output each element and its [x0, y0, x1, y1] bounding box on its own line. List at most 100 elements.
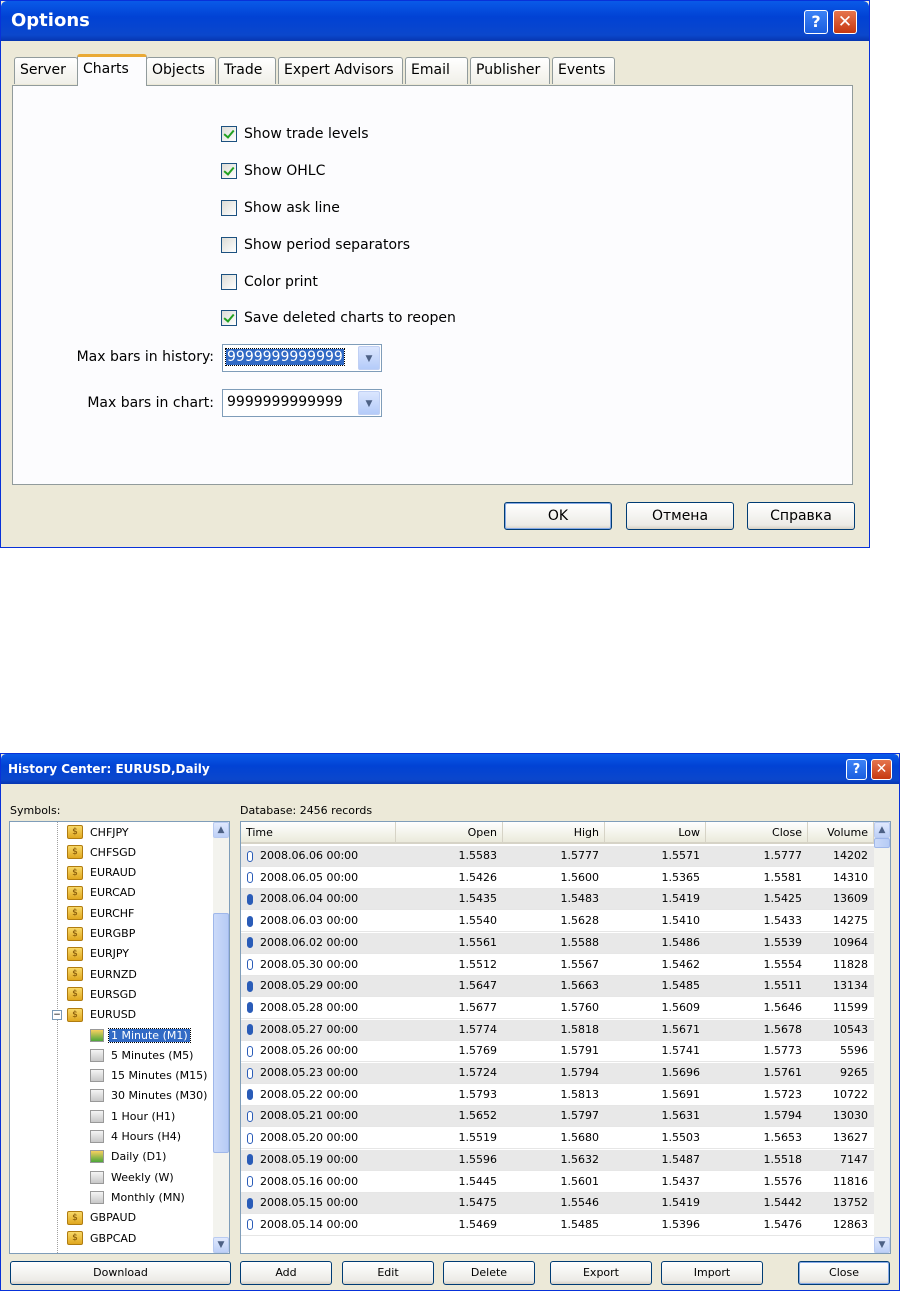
- tree-symbol[interactable]: $ EURSGD: [67, 985, 139, 1003]
- chevron-down-icon[interactable]: ▼: [358, 391, 380, 415]
- symbols-tree[interactable]: $ CHFJPY $ CHFSGD $ EURAUD $ EURCAD $ EURCHF $ EURG…: [9, 821, 230, 1254]
- column-header-close[interactable]: Close: [706, 822, 808, 844]
- close-button[interactable]: Close: [798, 1261, 890, 1285]
- column-header-high[interactable]: High: [503, 822, 605, 844]
- checkbox-row[interactable]: Show trade levels: [221, 125, 369, 143]
- column-header-open[interactable]: Open: [396, 822, 503, 844]
- table-row[interactable]: 2008.06.05 00:00 1.5426 1.5600 1.5365 1.5581…: [241, 868, 874, 889]
- tab-publisher[interactable]: Publisher: [470, 57, 550, 84]
- tree-symbol[interactable]: $ CHFSGD: [67, 843, 138, 861]
- tab-email[interactable]: Email: [405, 57, 468, 84]
- edit-button[interactable]: Edit: [342, 1261, 434, 1285]
- table-row[interactable]: 2008.05.29 00:00 1.5647 1.5663 1.5485 1.5511…: [241, 976, 874, 998]
- history-table[interactable]: Time Open High Low Close Volume 2008.06.06 00…: [240, 821, 891, 1254]
- max-bars-chart-combo[interactable]: 9999999999999 ▼: [222, 389, 382, 417]
- tab-server[interactable]: Server: [14, 57, 78, 84]
- history-titlebar[interactable]: History Center: EURUSD,Daily ? ✕: [1, 754, 899, 784]
- scroll-down-icon[interactable]: ▼: [874, 1237, 890, 1253]
- chevron-down-icon[interactable]: ▼: [358, 346, 380, 370]
- tree-symbol[interactable]: $ EURNZD: [67, 965, 139, 983]
- table-row[interactable]: 2008.05.30 00:00 1.5512 1.5567 1.5462 1.5554…: [241, 955, 874, 976]
- checkbox-label: Show trade levels: [244, 126, 369, 142]
- close-icon[interactable]: ✕: [833, 10, 857, 34]
- table-row[interactable]: 2008.05.26 00:00 1.5769 1.5791 1.5741 1.5773…: [241, 1041, 874, 1063]
- tab-trade[interactable]: Trade: [218, 57, 276, 84]
- table-row[interactable]: 2008.06.02 00:00 1.5561 1.5588 1.5486 1.5539…: [241, 932, 874, 954]
- max-bars-chart-value[interactable]: 9999999999999: [226, 394, 344, 410]
- checkbox-unchecked[interactable]: [221, 200, 237, 216]
- checkbox-row[interactable]: Show ask line: [221, 199, 340, 217]
- help-button[interactable]: Справка: [747, 502, 855, 530]
- tree-symbol[interactable]: $ EURCAD: [67, 884, 138, 902]
- table-row[interactable]: 2008.05.28 00:00 1.5677 1.5760 1.5609 1.5646…: [241, 998, 874, 1019]
- tree-timeframe[interactable]: 5 Minutes (M5): [90, 1046, 195, 1064]
- cancel-button[interactable]: Отмена: [626, 502, 734, 530]
- tree-timeframe[interactable]: 1 Minute (M1): [90, 1026, 191, 1044]
- table-row[interactable]: 2008.05.15 00:00 1.5475 1.5546 1.5419 1.5442…: [241, 1193, 874, 1215]
- tree-timeframe[interactable]: 15 Minutes (M15): [90, 1067, 209, 1085]
- tree-symbol[interactable]: $ GBPAUD: [67, 1209, 138, 1227]
- column-header-time[interactable]: Time: [241, 822, 396, 844]
- checkbox-row[interactable]: Show OHLC: [221, 162, 325, 180]
- tab-objects[interactable]: Objects: [146, 57, 216, 84]
- tree-scrollbar[interactable]: ▲ ▼: [213, 822, 229, 1253]
- tree-symbol[interactable]: $ EURUSD: [67, 1006, 138, 1024]
- tree-symbol[interactable]: $ GBPCAD: [67, 1229, 138, 1247]
- delete-button[interactable]: Delete: [443, 1261, 535, 1285]
- tree-timeframe[interactable]: 30 Minutes (M30): [90, 1087, 209, 1105]
- table-row[interactable]: 2008.05.20 00:00 1.5519 1.5680 1.5503 1.5653…: [241, 1128, 874, 1150]
- checkbox-checked[interactable]: [221, 163, 237, 179]
- table-row[interactable]: 2008.05.16 00:00 1.5445 1.5601 1.5437 1.5576…: [241, 1172, 874, 1193]
- table-row[interactable]: 2008.05.23 00:00 1.5724 1.5794 1.5696 1.5761…: [241, 1063, 874, 1084]
- max-bars-history-combo[interactable]: 9999999999999 ▼: [222, 344, 382, 372]
- scroll-up-icon[interactable]: ▲: [213, 822, 229, 838]
- table-row[interactable]: 2008.05.22 00:00 1.5793 1.5813 1.5691 1.5723…: [241, 1085, 874, 1106]
- export-button[interactable]: Export: [550, 1261, 652, 1285]
- tree-timeframe[interactable]: Monthly (MN): [90, 1188, 187, 1206]
- help-icon[interactable]: ?: [804, 10, 828, 34]
- table-row[interactable]: 2008.05.19 00:00 1.5596 1.5632 1.5487 1.5518…: [241, 1149, 874, 1171]
- tab-expert-advisors[interactable]: Expert Advisors: [278, 57, 403, 84]
- table-row[interactable]: 2008.05.21 00:00 1.5652 1.5797 1.5631 1.5794…: [241, 1106, 874, 1128]
- table-row[interactable]: 2008.05.27 00:00 1.5774 1.5818 1.5671 1.5678…: [241, 1019, 874, 1041]
- tree-symbol[interactable]: $ EURGBP: [67, 925, 137, 943]
- import-button[interactable]: Import: [661, 1261, 763, 1285]
- tree-timeframe[interactable]: 1 Hour (H1): [90, 1107, 177, 1125]
- checkbox-row[interactable]: Color print: [221, 273, 318, 291]
- tree-collapse-icon[interactable]: −: [52, 1009, 62, 1020]
- table-row[interactable]: 2008.06.06 00:00 1.5583 1.5777 1.5571 1.5777…: [241, 846, 874, 867]
- column-header-low[interactable]: Low: [605, 822, 706, 844]
- tree-symbol[interactable]: $ EURJPY: [67, 945, 131, 963]
- tree-timeframe[interactable]: Weekly (W): [90, 1168, 176, 1186]
- tree-symbol[interactable]: $ CHFJPY: [67, 823, 131, 841]
- cell-high: 1.5777: [560, 849, 600, 862]
- scroll-up-icon[interactable]: ▲: [874, 822, 890, 838]
- download-button[interactable]: Download: [10, 1261, 231, 1285]
- tab-events[interactable]: Events: [552, 57, 615, 84]
- max-bars-history-value[interactable]: 9999999999999: [225, 348, 345, 366]
- table-row[interactable]: 2008.06.03 00:00 1.5540 1.5628 1.5410 1.5433…: [241, 911, 874, 933]
- options-titlebar[interactable]: Options ? ✕: [1, 1, 869, 41]
- column-header-volume[interactable]: Volume: [808, 822, 874, 844]
- tree-scroll-thumb[interactable]: [213, 913, 229, 1153]
- checkbox-checked[interactable]: [221, 310, 237, 326]
- table-row[interactable]: 2008.05.14 00:00 1.5469 1.5485 1.5396 1.5476…: [241, 1215, 874, 1236]
- scroll-down-icon[interactable]: ▼: [213, 1237, 229, 1253]
- close-icon[interactable]: ✕: [871, 759, 892, 780]
- tree-symbol[interactable]: $ EURAUD: [67, 864, 138, 882]
- tree-timeframe[interactable]: Daily (D1): [90, 1148, 168, 1166]
- tree-symbol[interactable]: $ EURCHF: [67, 904, 136, 922]
- ok-button[interactable]: OK: [504, 502, 612, 530]
- add-button[interactable]: Add: [240, 1261, 332, 1285]
- checkbox-checked[interactable]: [221, 126, 237, 142]
- checkbox-unchecked[interactable]: [221, 274, 237, 290]
- table-scroll-thumb[interactable]: [874, 838, 890, 848]
- tab-charts[interactable]: Charts: [77, 54, 147, 86]
- help-icon[interactable]: ?: [846, 759, 867, 780]
- tree-timeframe[interactable]: 4 Hours (H4): [90, 1128, 183, 1146]
- table-scrollbar[interactable]: ▲ ▼: [874, 822, 890, 1253]
- checkbox-row[interactable]: Save deleted charts to reopen: [221, 309, 456, 327]
- checkbox-row[interactable]: Show period separators: [221, 236, 410, 254]
- checkbox-unchecked[interactable]: [221, 237, 237, 253]
- table-row[interactable]: 2008.06.04 00:00 1.5435 1.5483 1.5419 1.5425…: [241, 889, 874, 911]
